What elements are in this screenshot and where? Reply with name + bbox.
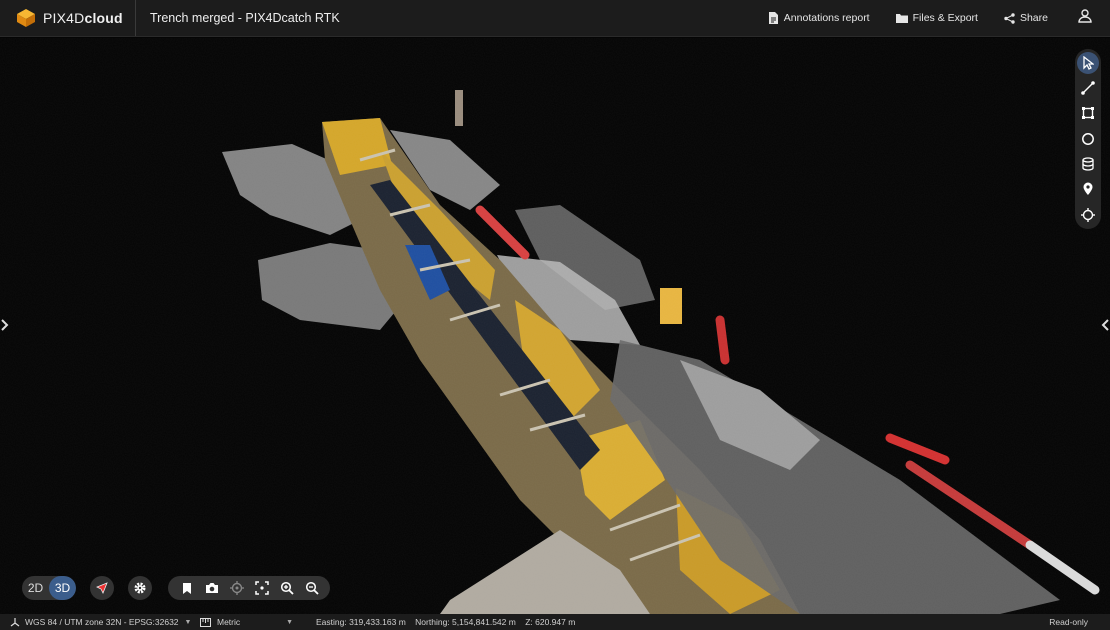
target-tool-button[interactable] [1077, 204, 1099, 226]
zoom-in-icon [280, 581, 294, 595]
crs-label: WGS 84 / UTM zone 32N - EPSG:32632 [25, 617, 179, 627]
header-bar: PIX4Dcloud Trench merged - PIX4Dcatch RT… [0, 0, 1110, 37]
fit-view-button[interactable] [249, 576, 274, 600]
expand-right-panel-icon[interactable] [1100, 318, 1110, 332]
expand-left-panel-icon[interactable] [0, 318, 10, 332]
polyline-tool-button[interactable] [1077, 77, 1099, 99]
polyline-measure-icon [1081, 81, 1095, 95]
volume-icon [1082, 157, 1094, 171]
target-icon [1081, 207, 1095, 222]
navigation-mode-button[interactable] [90, 576, 114, 600]
mode-2d-button[interactable]: 2D [22, 576, 49, 600]
settings-button[interactable] [128, 576, 152, 600]
app-window: PIX4Dcloud Trench merged - PIX4Dcatch RT… [0, 0, 1110, 630]
bookmark-icon [182, 582, 191, 594]
bookmark-button[interactable] [174, 576, 199, 600]
marker-tool-button[interactable] [1077, 178, 1099, 200]
easting-value: Easting: 319,433.163 m [316, 617, 406, 627]
mode-3d-button[interactable]: 3D [49, 576, 76, 600]
status-bar: WGS 84 / UTM zone 32N - EPSG:32632 ▼ Met… [0, 614, 1110, 630]
logo[interactable]: PIX4Dcloud [0, 0, 136, 36]
circle-icon [1082, 132, 1094, 145]
measurement-toolbar [1075, 49, 1101, 229]
locate-button[interactable] [224, 576, 249, 600]
z-value: Z: 620.947 m [525, 617, 576, 627]
share-button[interactable]: Share [1004, 12, 1048, 24]
view-controls: 2D 3D [22, 576, 330, 600]
report-icon [768, 12, 778, 24]
annotations-report-label: Annotations report [783, 12, 870, 24]
ruler-icon [200, 617, 211, 627]
view-mode-toggle: 2D 3D [22, 576, 76, 600]
area-measure-icon [1082, 107, 1094, 120]
circle-tool-button[interactable] [1077, 128, 1099, 150]
header-actions: Annotations report Files & Export Share [768, 0, 1110, 36]
units-selector[interactable]: Metric ▼ [200, 617, 312, 627]
screenshot-button[interactable] [199, 576, 224, 600]
marker-icon [1083, 182, 1093, 196]
files-export-label: Files & Export [912, 12, 978, 24]
units-label: Metric [217, 617, 241, 627]
share-icon [1004, 12, 1015, 24]
coordinate-axes-icon [10, 618, 20, 627]
pix4d-logo-icon [17, 9, 35, 27]
area-tool-button[interactable] [1077, 103, 1099, 125]
navigation-arrow-icon [96, 582, 108, 594]
northing-value: Northing: 5,154,841.542 m [415, 617, 516, 627]
camera-tools-group [168, 576, 330, 600]
crs-dropdown-caret-icon: ▼ [184, 618, 192, 626]
user-account-button[interactable] [1078, 8, 1092, 28]
logo-text: PIX4Dcloud [43, 10, 123, 26]
crosshair-icon [229, 581, 244, 595]
zoom-out-icon [305, 581, 319, 595]
annotations-report-button[interactable]: Annotations report [768, 12, 870, 24]
zoom-out-button[interactable] [299, 576, 324, 600]
folder-icon [895, 14, 908, 23]
crs-selector[interactable]: WGS 84 / UTM zone 32N - EPSG:32632 ▼ [0, 617, 200, 627]
3d-viewport[interactable] [0, 38, 1110, 614]
project-title: Trench merged - PIX4Dcatch RTK [150, 11, 340, 25]
cursor-coordinates: Easting: 319,433.163 m Northing: 5,154,8… [316, 617, 582, 627]
fit-to-view-icon [254, 581, 269, 595]
units-dropdown-caret-icon: ▼ [286, 618, 294, 626]
select-tool-button[interactable] [1077, 52, 1099, 74]
access-mode-badge: Read-only [1049, 617, 1088, 627]
select-pointer-icon [1083, 55, 1094, 70]
zoom-in-button[interactable] [274, 576, 299, 600]
gear-icon [134, 582, 146, 594]
point-cloud-scene[interactable] [0, 38, 1110, 614]
files-export-button[interactable]: Files & Export [895, 12, 978, 24]
volume-tool-button[interactable] [1077, 153, 1099, 175]
share-label: Share [1019, 12, 1048, 24]
camera-icon [205, 583, 218, 593]
user-icon [1078, 8, 1092, 23]
